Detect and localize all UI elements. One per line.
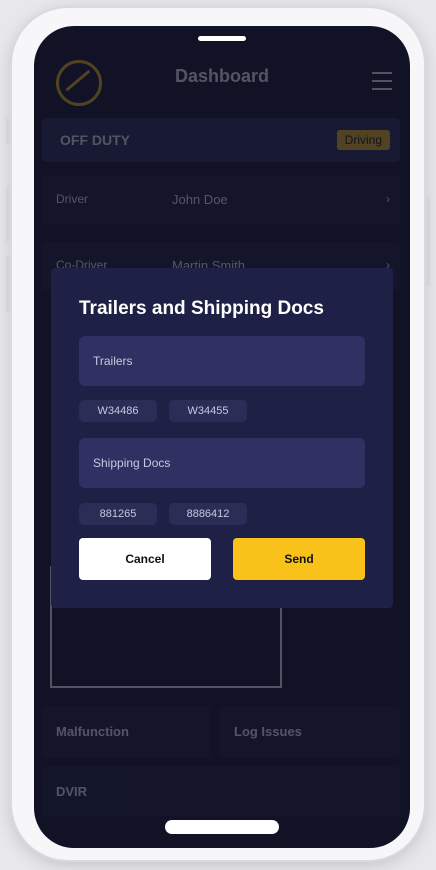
menu-icon[interactable]	[372, 72, 392, 90]
chevron-right-icon: ›	[386, 192, 390, 206]
status-badge[interactable]: Driving	[336, 130, 390, 150]
duty-status: OFF DUTY	[60, 132, 130, 148]
shipping-doc-chip[interactable]: 881265	[79, 503, 157, 525]
driver-row[interactable]: Driver John Doe ›	[42, 176, 400, 224]
duty-status-bar[interactable]: OFF DUTY Driving	[42, 118, 400, 162]
notch-indicator	[198, 36, 246, 41]
shipping-docs-input[interactable]	[79, 438, 365, 488]
dvir-button[interactable]: DVIR	[42, 766, 400, 816]
trailers-input[interactable]	[79, 336, 365, 386]
modal-title: Trailers and Shipping Docs	[79, 298, 324, 319]
top-bar: Dashboard	[34, 44, 410, 114]
home-indicator[interactable]	[165, 820, 279, 834]
side-button-left-3	[6, 256, 10, 312]
malfunction-label: Malfunction	[56, 724, 129, 739]
driver-value: John Doe	[172, 192, 228, 207]
send-button[interactable]: Send	[233, 538, 365, 580]
log-issues-button[interactable]: Log Issues	[220, 706, 400, 758]
side-button-right	[426, 196, 430, 286]
bottom-actions: Malfunction Log Issues	[42, 706, 400, 758]
trailers-docs-modal: Trailers and Shipping Docs W34486 W34455…	[51, 268, 393, 608]
cancel-button[interactable]: Cancel	[79, 538, 211, 580]
page-title: Dashboard	[174, 66, 270, 86]
malfunction-button[interactable]: Malfunction	[42, 706, 210, 758]
trailer-chip[interactable]: W34455	[169, 400, 247, 422]
phone-screen: Dashboard OFF DUTY Driving Driver John D…	[34, 26, 410, 848]
side-button-left	[6, 118, 10, 144]
side-button-left-2	[6, 186, 10, 242]
driver-label: Driver	[56, 192, 88, 206]
log-issues-label: Log Issues	[234, 724, 302, 739]
shipping-doc-chip[interactable]: 8886412	[169, 503, 247, 525]
trailer-chip[interactable]: W34486	[79, 400, 157, 422]
dvir-label: DVIR	[56, 784, 88, 799]
